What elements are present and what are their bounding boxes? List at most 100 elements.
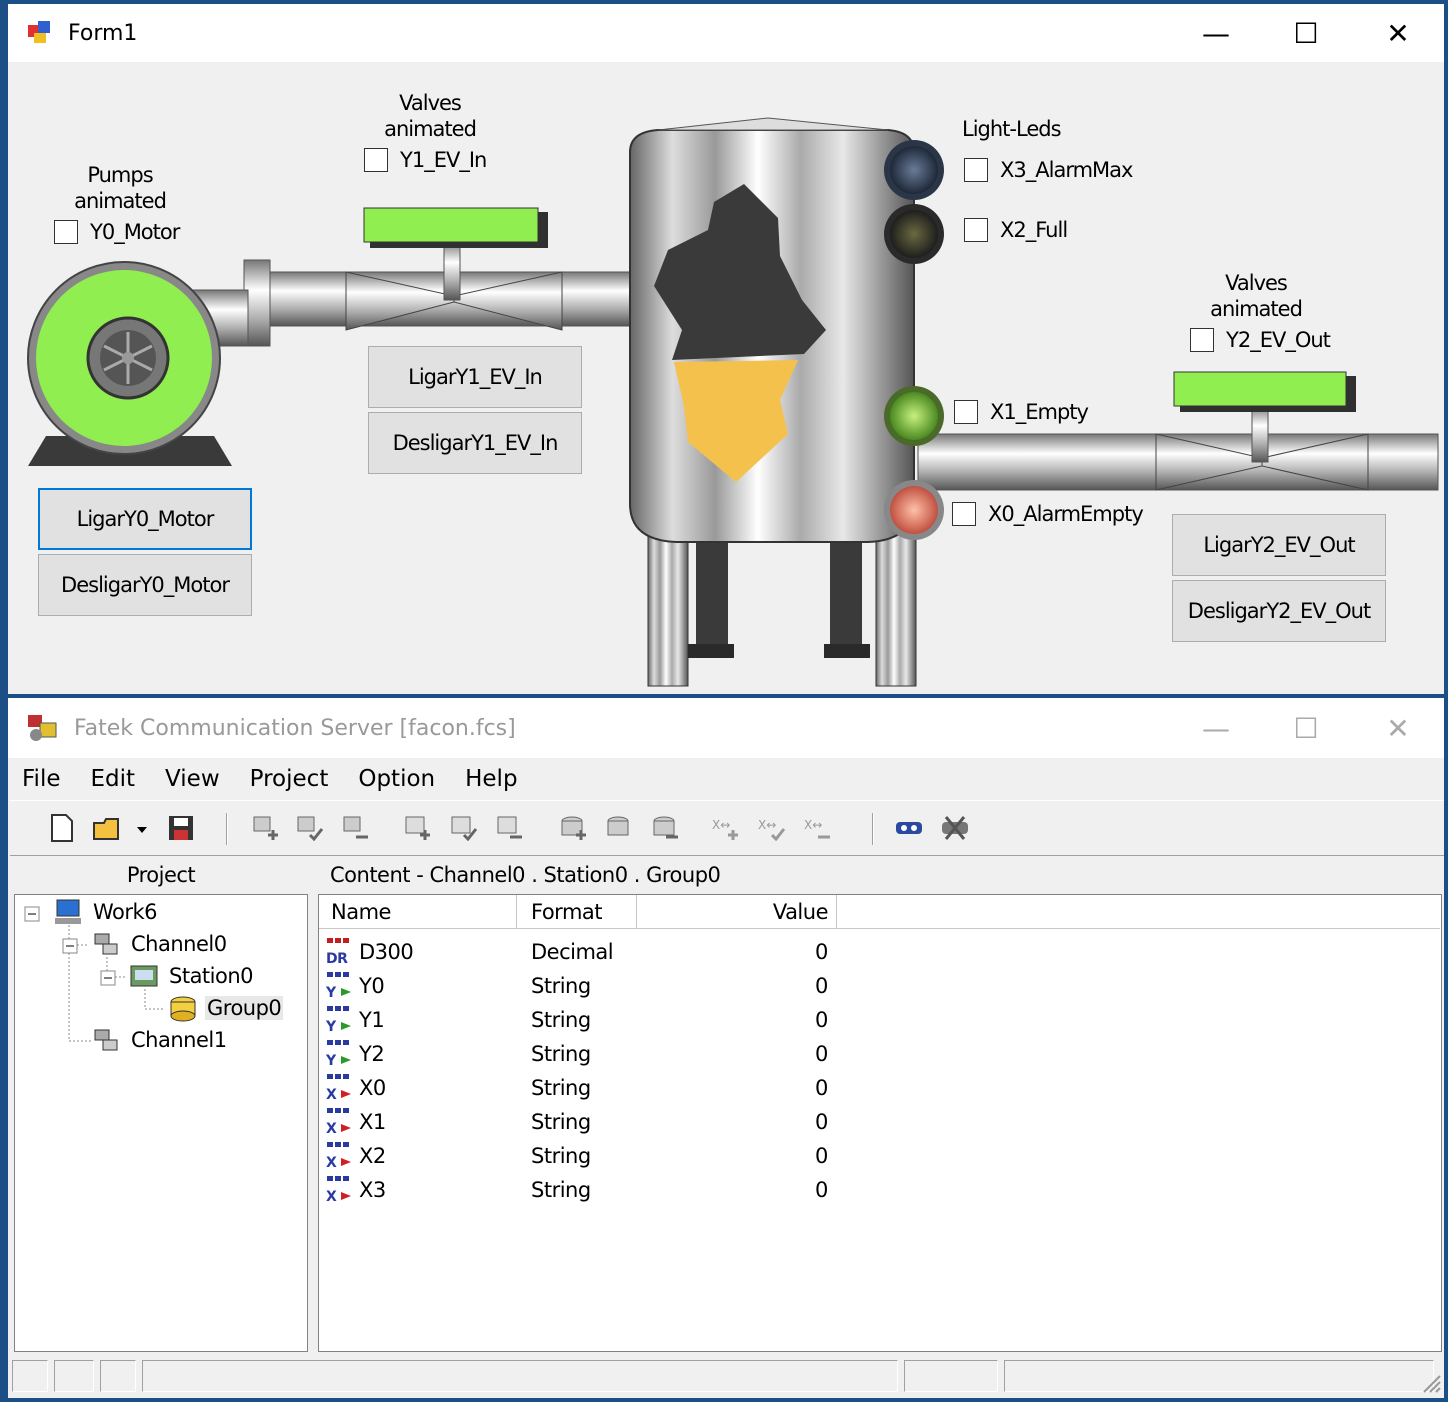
menu-view[interactable]: View [165, 766, 220, 792]
edit-tag-icon[interactable]: X↔ [756, 813, 786, 843]
delete-tag-icon[interactable]: X↔ [802, 813, 832, 843]
fcs-close-button[interactable]: ✕ [1352, 698, 1444, 758]
tag-list[interactable]: Name Format Value DR D300 Decimal 0 Y Y0 Strin… [318, 894, 1442, 1352]
channel-icon [94, 933, 118, 955]
disconnect-icon[interactable] [940, 813, 970, 843]
minimize-button[interactable]: — [1170, 4, 1262, 62]
x3-alarmmax-checkbox[interactable]: X3_AlarmMax [964, 158, 1133, 182]
column-header-value[interactable]: Value [637, 895, 837, 929]
edit-group-icon[interactable] [604, 813, 634, 843]
fcs-maximize-button[interactable]: ☐ [1260, 698, 1352, 758]
row-value: 0 [815, 1144, 828, 1168]
svg-text:Y: Y [325, 985, 337, 1001]
add-tag-icon[interactable]: X↔ [710, 813, 740, 843]
y1-ev-in-checkbox[interactable]: Y1_EV_In [364, 148, 487, 172]
delete-group-icon[interactable] [650, 813, 680, 843]
maximize-button[interactable]: ☐ [1260, 4, 1352, 62]
y0-motor-checkbox[interactable]: Y0_Motor [54, 220, 180, 244]
project-tree[interactable]: Work6 Channel0 Station0 Group0 Channel1 [14, 894, 308, 1352]
row-name: X2 [359, 1144, 386, 1168]
table-row[interactable]: Y Y2 String 0 [319, 1037, 919, 1071]
menu-edit[interactable]: Edit [91, 766, 136, 792]
save-icon[interactable] [166, 813, 196, 843]
ligar-y2-ev-out-button[interactable]: LigarY2_EV_Out [1172, 514, 1386, 576]
menu-file[interactable]: File [22, 766, 61, 792]
edit-channel-icon[interactable] [294, 813, 324, 843]
tree-node-channel1[interactable]: Channel1 [91, 1025, 227, 1055]
fcs-titlebar[interactable]: Fatek Communication Server [facon.fcs] —… [8, 698, 1444, 758]
row-value: 0 [815, 974, 828, 998]
valve-out-label: Valves animated [1210, 271, 1303, 321]
column-header-name[interactable]: Name [319, 895, 517, 929]
table-row[interactable]: X X2 String 0 [319, 1139, 919, 1173]
table-row[interactable]: X X1 String 0 [319, 1105, 919, 1139]
menu-project[interactable]: Project [250, 766, 329, 792]
output-icon: Y [325, 1040, 351, 1069]
close-button[interactable]: ✕ [1352, 4, 1444, 62]
form1-title: Form1 [68, 20, 138, 46]
edit-station-icon[interactable] [448, 813, 478, 843]
menu-option[interactable]: Option [358, 766, 435, 792]
delete-channel-icon[interactable] [340, 813, 370, 843]
add-station-icon[interactable] [402, 813, 432, 843]
valve-in-label: Valves animated [384, 91, 477, 141]
fcs-minimize-button[interactable]: — [1170, 698, 1262, 758]
row-name: X1 [359, 1110, 386, 1134]
row-value: 0 [815, 1008, 828, 1032]
open-folder-icon[interactable] [92, 813, 122, 843]
table-row[interactable]: X X0 String 0 [319, 1071, 919, 1105]
desligar-y2-ev-out-button[interactable]: DesligarY2_EV_Out [1172, 580, 1386, 642]
row-value: 0 [815, 1110, 828, 1134]
ligar-y1-ev-in-button[interactable]: LigarY1_EV_In [368, 346, 582, 408]
row-value: 0 [815, 1076, 828, 1100]
add-channel-icon[interactable] [250, 813, 280, 843]
content-panel-header: Content - Channel0 . Station0 . Group0 [322, 858, 1442, 892]
input-icon: X [326, 1108, 351, 1137]
input-icon: X [326, 1142, 351, 1171]
svg-text:X↔: X↔ [804, 818, 822, 832]
x0-alarmempty-checkbox[interactable]: X0_AlarmEmpty [952, 502, 1144, 526]
svg-text:X↔: X↔ [712, 818, 730, 832]
input-icon: X [326, 1176, 351, 1205]
column-header-format[interactable]: Format [517, 895, 637, 929]
pump-label: Pumps animated [74, 163, 167, 213]
row-name: X3 [359, 1178, 386, 1202]
dropdown-arrow-icon[interactable] [134, 813, 150, 843]
ligar-y0-motor-button[interactable]: LigarY0_Motor [38, 488, 252, 550]
desligar-y1-ev-in-button[interactable]: DesligarY1_EV_In [368, 412, 582, 474]
fcs-title: Fatek Communication Server [facon.fcs] [74, 715, 516, 741]
row-format: Decimal [531, 940, 614, 964]
menu-help[interactable]: Help [465, 766, 517, 792]
table-row[interactable]: DR D300 Decimal 0 [319, 935, 919, 969]
delete-station-icon[interactable] [494, 813, 524, 843]
new-file-icon[interactable] [46, 813, 76, 843]
row-name: Y1 [359, 1008, 385, 1032]
y2-ev-out-checkbox[interactable]: Y2_EV_Out [1190, 328, 1331, 352]
table-row[interactable]: Y Y0 String 0 [319, 969, 919, 1003]
tree-node-work6[interactable]: Work6 [53, 897, 158, 927]
row-format: String [531, 1144, 591, 1168]
svg-text:X: X [326, 1189, 337, 1205]
svg-text:X: X [326, 1087, 337, 1103]
table-row[interactable]: Y Y1 String 0 [319, 1003, 919, 1037]
desligar-y0-motor-button[interactable]: DesligarY0_Motor [38, 554, 252, 616]
x1-empty-checkbox[interactable]: X1_Empty [954, 400, 1089, 424]
svg-text:Y: Y [325, 1053, 337, 1069]
add-group-icon[interactable] [558, 813, 588, 843]
menubar: File Edit View Project Option Help [10, 760, 1444, 798]
output-icon: Y [325, 1006, 351, 1035]
x2-full-checkbox[interactable]: X2_Full [964, 218, 1068, 242]
project-panel-header: Project [14, 858, 308, 892]
table-row[interactable]: X X3 String 0 [319, 1173, 919, 1207]
connect-icon[interactable] [894, 813, 924, 843]
svg-text:X: X [326, 1155, 337, 1171]
status-bar [10, 1356, 1444, 1396]
resize-grip-icon[interactable] [1418, 1370, 1442, 1394]
row-format: String [531, 974, 591, 998]
row-format: String [531, 1042, 591, 1066]
tree-node-station0[interactable]: Station0 [129, 961, 254, 991]
form1-titlebar[interactable]: Form1 — ☐ ✕ [8, 4, 1444, 62]
form1-window: Form1 — ☐ ✕ Pumps animated Y0_Motor Valv… [8, 4, 1444, 694]
tree-node-group0[interactable]: Group0 [167, 993, 284, 1023]
tree-node-channel0[interactable]: Channel0 [91, 929, 227, 959]
